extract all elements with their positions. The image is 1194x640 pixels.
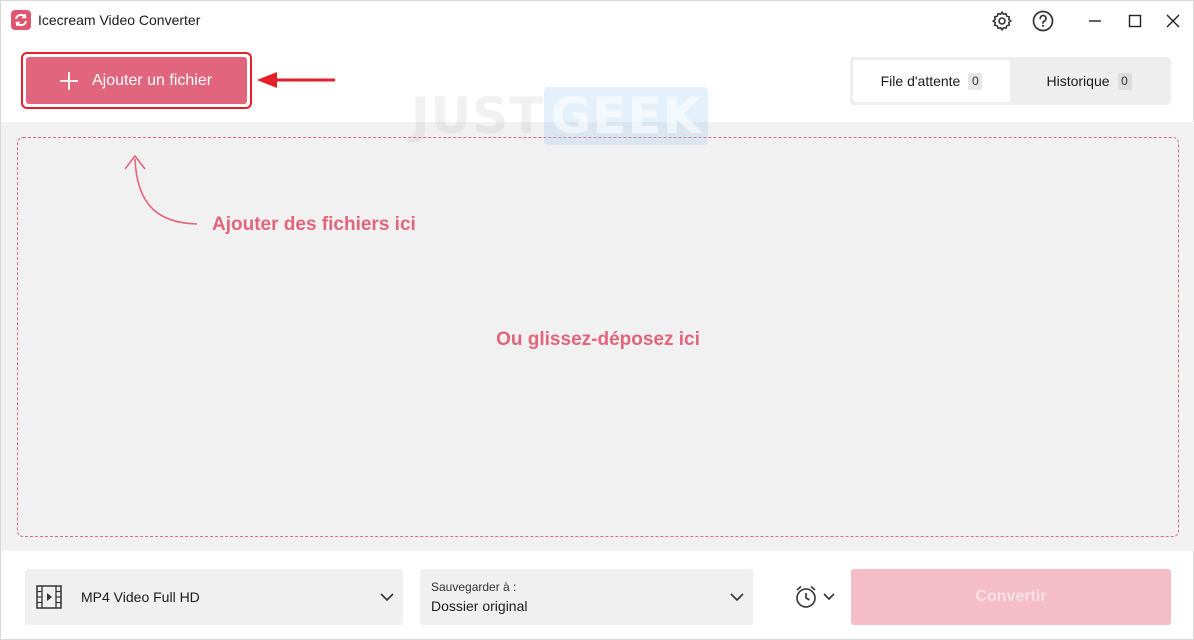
watermark-part2: GEEK [544,87,709,145]
title-bar: Icecream Video Converter [1,1,1193,41]
curved-arrow-icon [124,155,198,225]
schedule-button[interactable] [793,583,841,611]
add-file-label: Ajouter un fichier [92,71,213,89]
queue-count-badge: 0 [968,72,983,90]
add-files-hint: Ajouter des fichiers ici [212,214,416,235]
alarm-clock-icon [796,585,816,608]
chevron-down-icon [823,593,835,601]
tabs-bar: File d'attente 0 Historique 0 [850,57,1171,105]
close-icon[interactable] [1159,7,1187,35]
save-location-value: Dossier original [431,598,528,614]
converter-logo-icon [11,10,31,30]
tab-history-label: Historique [1046,73,1110,89]
settings-icon[interactable] [990,9,1014,33]
chevron-down-icon [730,593,744,602]
chevron-down-icon [380,593,394,602]
save-caption: Sauvegarder à : [431,580,517,594]
history-count-badge: 0 [1117,72,1132,90]
add-file-button[interactable]: Ajouter un fichier [26,57,247,104]
maximize-icon[interactable] [1121,7,1149,35]
drag-drop-hint: Ou glissez-déposez ici [496,329,700,350]
format-label: MP4 Video Full HD [81,589,200,605]
watermark-logo: JUST GEEK [411,87,709,145]
app-window: Icecream Video Converter Ajouter un fich… [0,0,1194,640]
convert-button[interactable]: Convertir [851,569,1171,625]
save-location-dropdown[interactable]: Sauvegarder à : Dossier original [420,569,753,625]
film-icon [36,585,62,609]
tab-queue[interactable]: File d'attente 0 [853,60,1010,102]
format-dropdown[interactable]: MP4 Video Full HD [25,569,403,625]
tab-queue-label: File d'attente [880,73,961,89]
plus-icon [60,71,78,90]
watermark-part1: JUST [411,87,545,145]
help-icon[interactable] [1031,9,1055,33]
tab-history[interactable]: Historique 0 [1010,60,1168,102]
red-arrow-annotation [257,72,335,88]
minimize-icon[interactable] [1081,7,1109,35]
app-title: Icecream Video Converter [38,12,201,28]
